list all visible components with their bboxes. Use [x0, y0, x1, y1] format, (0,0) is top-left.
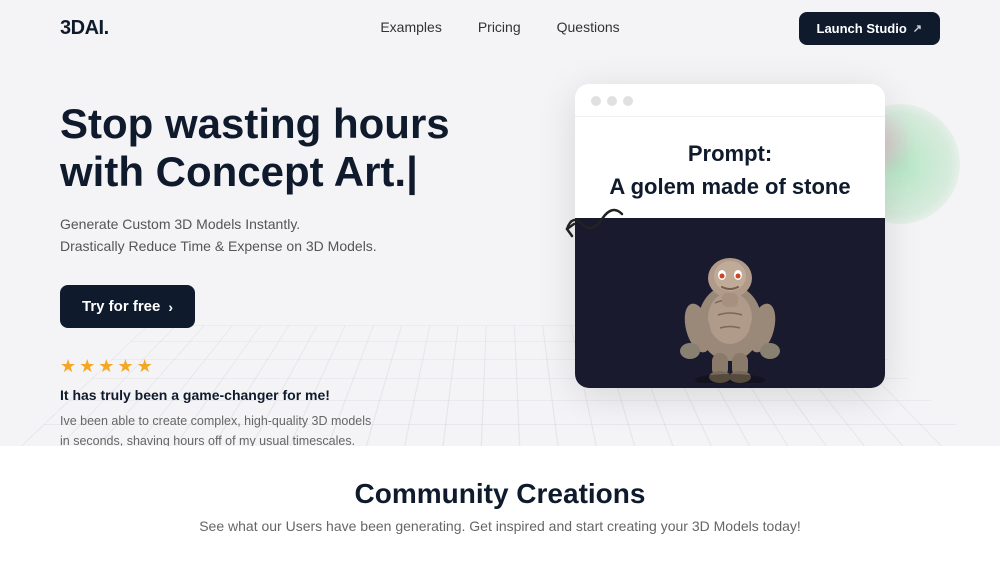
star-4: ★	[117, 356, 133, 377]
nav-links: Examples Pricing Questions	[380, 19, 619, 37]
launch-arrow-icon: ↗	[913, 22, 922, 35]
community-subtitle: See what our Users have been generating.…	[60, 518, 940, 534]
window-dot-3	[623, 96, 633, 106]
prompt-value: A golem made of stone	[595, 173, 865, 202]
squiggle-arrow-icon	[552, 194, 632, 274]
prompt-label: Prompt:	[595, 141, 865, 167]
star-3: ★	[98, 356, 114, 377]
window-dot-1	[591, 96, 601, 106]
community-section: Community Creations See what our Users h…	[0, 446, 1000, 563]
hero-right: Prompt: A golem made of stone	[520, 84, 940, 388]
site-logo: 3DAI.	[60, 17, 109, 40]
card-top-bar	[575, 84, 885, 117]
hero-section: Stop wasting hours with Concept Art.| Ge…	[0, 56, 1000, 446]
nav-questions[interactable]: Questions	[557, 19, 620, 35]
hero-left: Stop wasting hours with Concept Art.| Ge…	[60, 84, 520, 446]
hero-subtext: Generate Custom 3D Models Instantly. Dra…	[60, 213, 520, 258]
star-2: ★	[79, 356, 95, 377]
nav-examples[interactable]: Examples	[380, 19, 441, 35]
nav-pricing[interactable]: Pricing	[478, 19, 521, 35]
testimonial-title: It has truly been a game-changer for me!	[60, 387, 520, 403]
star-1: ★	[60, 356, 76, 377]
community-title: Community Creations	[60, 478, 940, 510]
try-free-button[interactable]: Try for free ›	[60, 285, 195, 328]
launch-studio-button[interactable]: Launch Studio ↗	[799, 12, 941, 45]
star-rating: ★ ★ ★ ★ ★	[60, 356, 520, 377]
golem-figure	[660, 223, 800, 383]
testimonial-text: Ive been able to create complex, high-qu…	[60, 411, 380, 446]
star-5: ★	[137, 356, 153, 377]
cta-arrow-icon: ›	[168, 299, 173, 315]
window-dot-2	[607, 96, 617, 106]
navbar: 3DAI. Examples Pricing Questions Launch …	[0, 0, 1000, 56]
hero-headline: Stop wasting hours with Concept Art.|	[60, 100, 520, 197]
